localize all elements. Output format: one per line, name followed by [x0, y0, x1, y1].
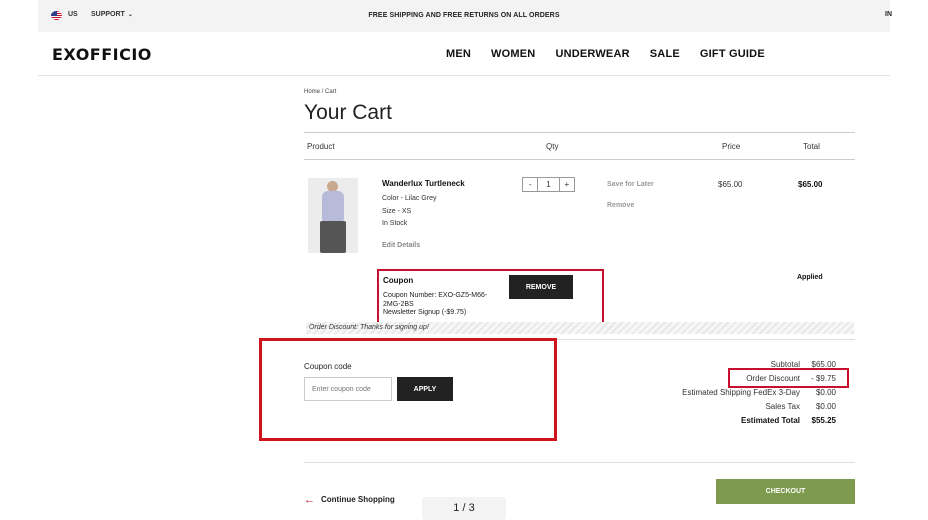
coupon-code-label: Coupon code: [304, 362, 352, 371]
save-for-later-link[interactable]: Save for Later: [607, 181, 654, 188]
product-image[interactable]: [308, 178, 358, 253]
nav-item-underwear[interactable]: UNDERWEAR: [555, 48, 629, 60]
continue-shopping-link[interactable]: ← Continue Shopping: [304, 494, 395, 506]
page-title: Your Cart: [304, 101, 392, 124]
logo-text: EXOFFICIO: [52, 45, 152, 64]
qty-plus-button[interactable]: +: [560, 178, 574, 191]
apply-coupon-button[interactable]: APPLY: [397, 377, 453, 401]
coupon-code-input[interactable]: [304, 377, 392, 401]
remove-item-link[interactable]: Remove: [607, 202, 634, 209]
site-header: EXOFFICIO MEN WOMEN UNDERWEAR SALE GIFT …: [38, 32, 890, 76]
column-header-total: Total: [803, 142, 820, 151]
order-discount-note: Order Discount: Thanks for signing up!: [306, 322, 854, 334]
remove-coupon-button[interactable]: REMOVE: [509, 275, 573, 299]
coupon-number: Coupon Number: EXO-GZ5-M66-2MG-2BS: [383, 292, 488, 308]
qty-input[interactable]: 1: [537, 178, 560, 191]
page-indicator: 1 / 3: [422, 497, 506, 520]
nav-item-sale[interactable]: SALE: [650, 48, 680, 60]
product-color: Color - Lilac Grey: [382, 195, 437, 202]
product-image-skirt: [320, 221, 346, 253]
divider: [304, 462, 855, 463]
item-total: $65.00: [798, 180, 823, 189]
product-image-sweater: [322, 191, 344, 221]
product-stock: In Stock: [382, 220, 408, 227]
nav-item-men[interactable]: MEN: [446, 48, 471, 60]
column-header-price: Price: [722, 142, 741, 151]
sales-tax-label: Sales Tax: [765, 402, 800, 411]
promo-banner: FREE SHIPPING AND FREE RETURNS ON ALL OR…: [368, 12, 560, 19]
nav-item-gift-guide[interactable]: GIFT GUIDE: [700, 48, 765, 60]
main-nav: MEN WOMEN UNDERWEAR SALE GIFT GUIDE: [446, 48, 765, 60]
product-size: Size - XS: [382, 208, 412, 215]
item-price: $65.00: [718, 180, 743, 189]
sales-tax-value: $0.00: [815, 402, 836, 411]
product-name[interactable]: Wanderlux Turtleneck: [382, 179, 465, 188]
continue-shopping-label: Continue Shopping: [321, 495, 395, 504]
shipping-value: $0.00: [815, 388, 836, 397]
utility-bar: US SUPPORT ⌄ FREE SHIPPING AND FREE RETUR…: [38, 0, 892, 32]
coupon-status: Applied: [797, 274, 823, 281]
column-header-qty: Qty: [546, 142, 559, 151]
coupon-title: Coupon: [383, 276, 414, 285]
nav-item-women[interactable]: WOMEN: [491, 48, 535, 60]
checkout-button[interactable]: CHECKOUT: [716, 479, 855, 504]
breadcrumb[interactable]: Home / Cart: [304, 89, 336, 95]
quantity-stepper: - 1 +: [522, 177, 575, 192]
column-header-product: Product: [307, 142, 335, 151]
order-discount-highlight: [728, 368, 849, 388]
divider: [304, 132, 855, 133]
arrow-left-icon: ←: [304, 494, 315, 506]
estimated-total-label: Estimated Total: [741, 416, 800, 425]
qty-minus-button[interactable]: -: [523, 178, 537, 191]
edit-details-link[interactable]: Edit Details: [382, 242, 420, 249]
utility-right-link[interactable]: IN: [885, 11, 892, 18]
divider: [304, 159, 855, 160]
coupon-description: Newsletter Signup (-$9.75): [383, 309, 467, 316]
logo[interactable]: EXOFFICIO: [52, 45, 152, 64]
estimated-total-value: $55.25: [811, 416, 836, 425]
shipping-label: Estimated Shipping FedEx 3-Day: [682, 388, 800, 397]
